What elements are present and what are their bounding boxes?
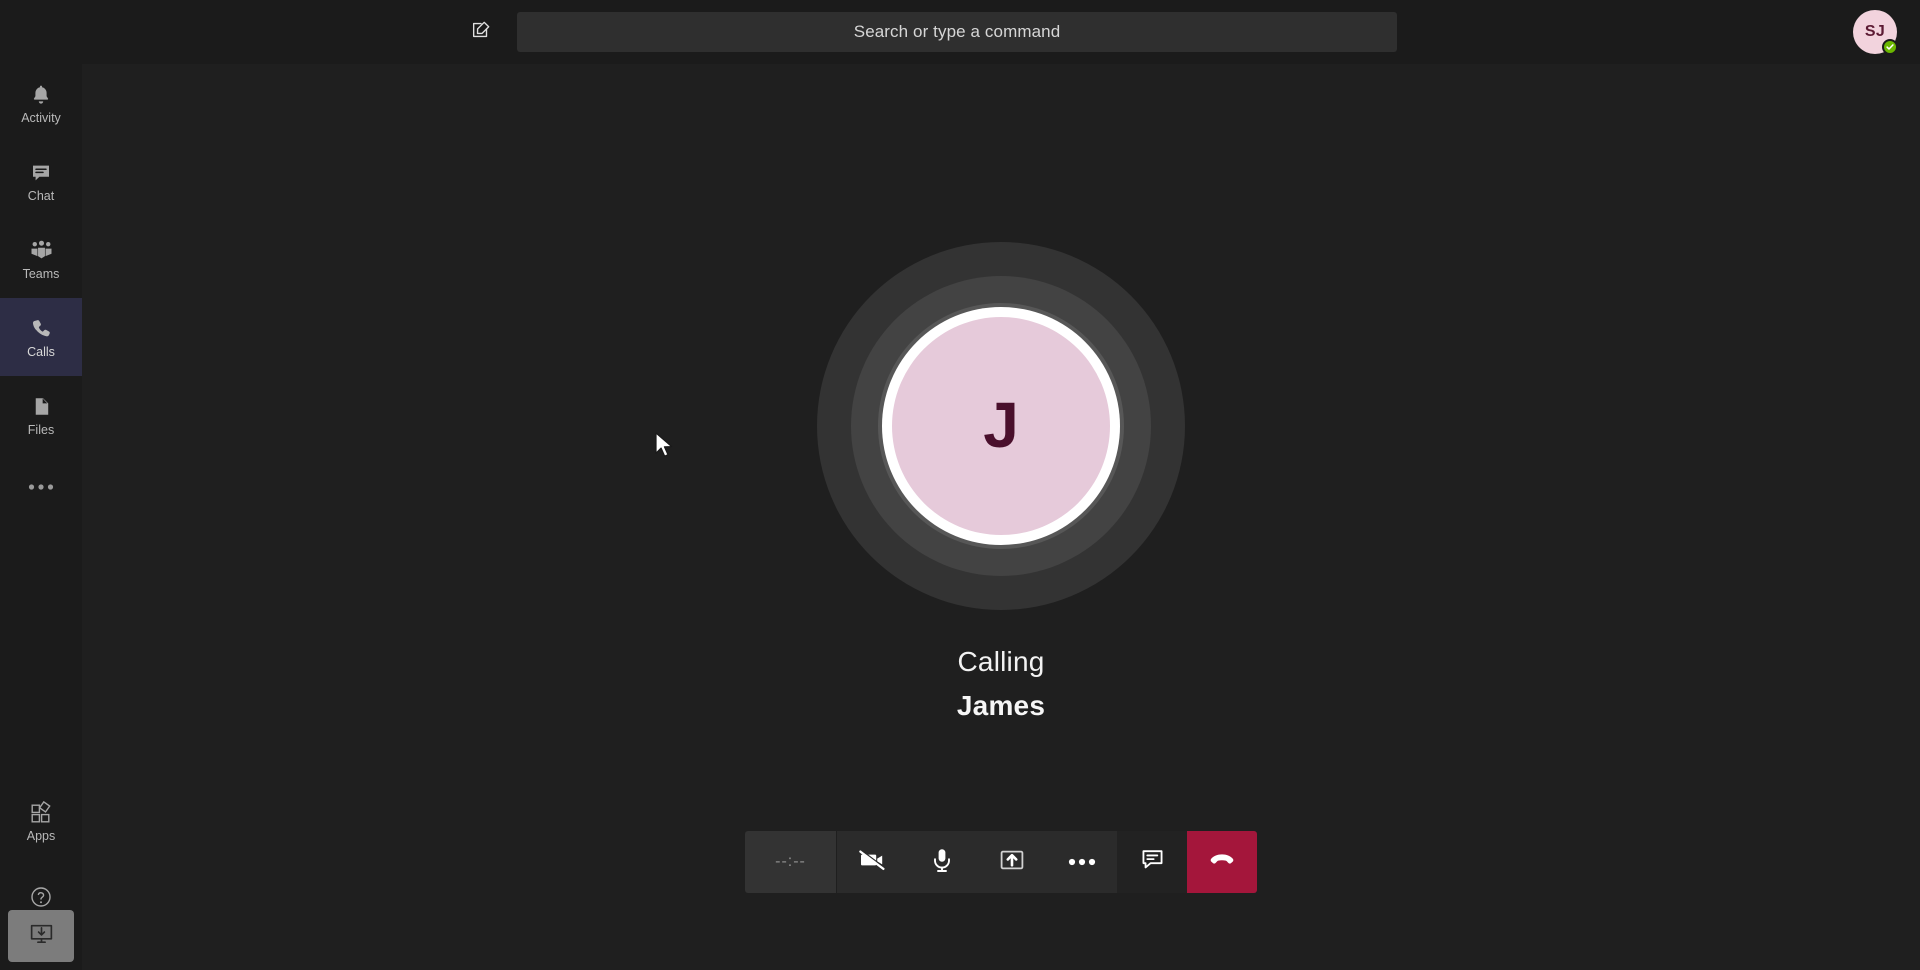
download-desktop-app-button[interactable] — [8, 910, 74, 962]
calling-avatar-pulse: J — [817, 242, 1185, 610]
sidebar-item-files[interactable]: Files — [0, 376, 82, 454]
camera-toggle-button[interactable] — [837, 831, 907, 893]
presence-available-icon — [1882, 39, 1898, 55]
sidebar-item-calls[interactable]: Calls — [0, 298, 82, 376]
apps-icon — [28, 800, 54, 826]
app-header: Search or type a command SJ — [0, 0, 1920, 64]
chat-segment — [1117, 831, 1187, 893]
calling-panel: J Calling James — [82, 242, 1920, 725]
sidebar-item-label: Teams — [22, 266, 60, 281]
call-actions-group — [837, 831, 1117, 893]
user-avatar-initials: SJ — [1864, 23, 1886, 40]
sidebar-item-activity[interactable]: Activity — [0, 64, 82, 142]
search-input[interactable]: Search or type a command — [517, 12, 1397, 52]
camera-off-icon — [857, 845, 887, 880]
download-desktop-app-icon — [28, 920, 55, 952]
sidebar-item-chat[interactable]: Chat — [0, 142, 82, 220]
sidebar-item-label: Activity — [21, 110, 61, 125]
user-avatar[interactable]: SJ — [1853, 10, 1898, 55]
contact-avatar: J — [882, 307, 1120, 545]
compose-new-chat-button[interactable] — [462, 13, 500, 51]
contact-name: James — [956, 690, 1046, 722]
share-screen-icon — [998, 846, 1026, 879]
ellipsis-icon — [1068, 853, 1096, 871]
ellipsis-icon — [28, 478, 54, 496]
left-navigation-rail: Activity Chat Teams Calls Files Apps — [0, 64, 82, 970]
bell-icon — [28, 82, 54, 108]
phone-icon — [28, 316, 54, 342]
call-timer: --:-- — [745, 831, 837, 893]
help-question-icon — [28, 884, 54, 910]
files-icon — [28, 394, 54, 420]
sidebar-item-apps[interactable]: Apps — [0, 782, 82, 860]
share-screen-button[interactable] — [977, 831, 1047, 893]
sidebar-item-label: Calls — [27, 344, 55, 359]
hangup-phone-icon — [1207, 845, 1237, 880]
hangup-button[interactable] — [1187, 831, 1257, 893]
teams-calling-window: Search or type a command SJ Activity Cha… — [0, 0, 1920, 970]
sidebar-bottom-group: Apps Help — [0, 782, 82, 970]
sidebar-more-button[interactable] — [0, 454, 82, 520]
search-placeholder: Search or type a command — [853, 22, 1061, 41]
call-stage: J Calling James --:-- — [82, 64, 1920, 970]
more-actions-button[interactable] — [1047, 831, 1117, 893]
microphone-toggle-button[interactable] — [907, 831, 977, 893]
teams-icon — [28, 238, 54, 264]
call-status-text: Calling — [957, 646, 1045, 677]
sidebar-item-label: Apps — [26, 828, 56, 843]
compose-new-chat-icon — [470, 19, 492, 46]
sidebar-item-label: Files — [27, 422, 55, 437]
sidebar-item-teams[interactable]: Teams — [0, 220, 82, 298]
contact-avatar-fill: J — [892, 317, 1110, 535]
call-control-bar: --:-- — [745, 831, 1257, 893]
chat-bubble-icon — [1139, 846, 1166, 878]
chat-icon — [28, 160, 54, 186]
contact-avatar-initial: J — [983, 389, 1019, 461]
sidebar-item-label: Chat — [27, 188, 55, 203]
show-conversation-button[interactable] — [1117, 831, 1187, 893]
microphone-icon — [928, 846, 956, 879]
call-timer-text: --:-- — [775, 853, 806, 870]
